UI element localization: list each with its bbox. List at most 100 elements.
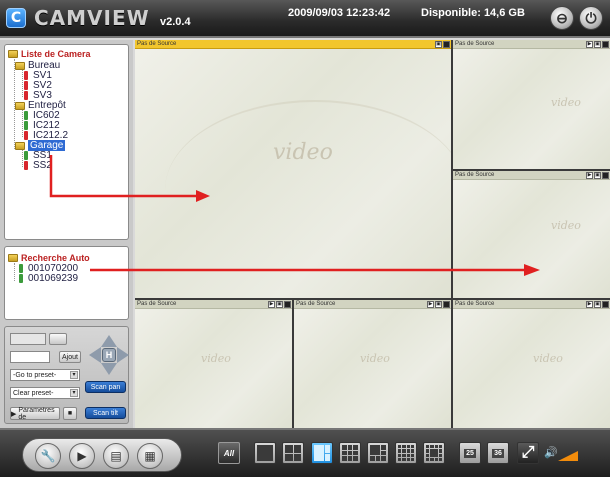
camera-offline-icon (24, 71, 28, 80)
snapshot-icon[interactable]: ▣ (276, 301, 283, 308)
scan-tilt-button[interactable]: Scan tilt (85, 407, 126, 419)
play-icon[interactable]: ▶ (586, 41, 593, 48)
source-status-label: Pas de Source (455, 41, 495, 47)
snapshot-icon[interactable]: ▣ (435, 301, 442, 308)
layout-36-label: 36 (492, 448, 504, 458)
layout-1plus7-button[interactable] (367, 442, 389, 464)
power-icon: ⏻ (585, 9, 597, 26)
play-icon[interactable]: ▶ (586, 301, 593, 308)
video-tile-4[interactable]: Pas de Source ▶ ▣ video (135, 300, 292, 428)
play-icon[interactable]: ▶ (427, 301, 434, 308)
record-schedule-button[interactable]: ▤ (103, 443, 129, 469)
scan-pan-button[interactable]: Scan pan (85, 381, 126, 393)
video-tile-6[interactable]: Pas de Source ▶ ▣ video (453, 300, 610, 428)
layout-36-button[interactable]: 36 (487, 442, 509, 464)
pan-right-arrow-icon[interactable] (117, 347, 129, 363)
record-icon[interactable] (443, 41, 450, 48)
event-log-button[interactable]: ▦ (137, 443, 163, 469)
auto-search-panel: Recherche Auto 001070200 001069239 (4, 246, 129, 320)
layout-1x1-button[interactable] (254, 442, 276, 464)
record-icon[interactable] (284, 301, 291, 308)
folder-icon (8, 254, 18, 262)
snapshot-icon[interactable]: ▣ (594, 301, 601, 308)
pan-down-arrow-icon[interactable] (101, 363, 117, 375)
video-tile-3[interactable]: Pas de Source ▶ ▣ video (453, 171, 610, 298)
camera-online-icon (24, 121, 28, 130)
clear-preset-select[interactable]: Clear preset- ▾ (10, 387, 80, 399)
camera-list-title[interactable]: Liste de Camera (8, 49, 91, 59)
tile-header: Pas de Source ▶ ▣ (294, 300, 451, 309)
camera-online-icon (19, 264, 23, 273)
video-tile-5[interactable]: Pas de Source ▶ ▣ video (294, 300, 451, 428)
camera-online-icon (24, 111, 28, 120)
playback-button[interactable]: ▶ (69, 443, 95, 469)
chevron-down-icon: ▾ (70, 371, 78, 379)
fullscreen-button[interactable]: ⤢ (517, 442, 539, 464)
video-watermark: video (201, 352, 231, 365)
folder-icon (15, 61, 25, 70)
layout-25-button[interactable]: 25 (459, 442, 481, 464)
power-button[interactable]: ⏻ (579, 6, 603, 30)
camera-tree: Liste de Camera Bureau SV1 SV2 SV3 Entre… (4, 44, 129, 240)
wrench-icon: 🔧 (40, 449, 56, 463)
stop-button[interactable]: ■ (63, 407, 77, 420)
document-icon: ▤ (110, 449, 122, 463)
tile-header: Pas de Source ▶ ▣ (453, 40, 610, 49)
add-preset-label: Ajout (62, 353, 78, 361)
settings-button[interactable]: ▶ Parametres de (10, 406, 60, 421)
layout-2x2-button[interactable] (282, 442, 304, 464)
source-status-label: Pas de Source (137, 301, 177, 307)
record-icon[interactable] (602, 41, 609, 48)
app-logo: C CAMVIEW (6, 6, 150, 30)
camera-offline-icon (24, 81, 28, 90)
auto-search-title[interactable]: Recherche Auto (8, 253, 90, 263)
left-panel: Liste de Camera Bureau SV1 SV2 SV3 Entre… (0, 40, 133, 428)
layout-1plus5-button[interactable] (311, 442, 333, 464)
camview-window: C CAMVIEW v2.0.4 2009/09/03 12:23:42 Dis… (0, 0, 610, 477)
folder-icon (15, 141, 25, 150)
settings-wrench-button[interactable]: 🔧 (35, 443, 61, 469)
camera-offline-icon (24, 91, 28, 100)
snapshot-icon[interactable]: ▣ (594, 172, 601, 179)
logo-text: CAMVIEW (34, 6, 150, 30)
video-watermark: video (551, 96, 581, 109)
home-label: H (105, 350, 113, 360)
auto-search-item[interactable]: 001069239 (19, 273, 78, 284)
settings-label: Parametres de (18, 406, 55, 421)
video-tile-2[interactable]: Pas de Source ▶ ▣ video (453, 40, 610, 169)
ptz-toggle-button[interactable] (49, 333, 67, 345)
snapshot-icon[interactable]: ▣ (594, 41, 601, 48)
record-icon[interactable] (602, 172, 609, 179)
add-preset-button[interactable]: Ajout (59, 351, 81, 363)
chevron-down-icon: ▾ (70, 389, 78, 397)
layout-4x4-button[interactable] (395, 442, 417, 464)
play-icon[interactable]: ▶ (586, 172, 593, 179)
video-watermark: video (360, 352, 390, 365)
video-tile-1[interactable]: Pas de Source ▣ video (135, 40, 451, 298)
snapshot-icon[interactable]: ▣ (435, 41, 442, 48)
tree-item-ss2[interactable]: SS2 (24, 160, 52, 171)
record-icon[interactable] (602, 301, 609, 308)
preset-name-input[interactable] (10, 351, 50, 363)
camview-logo-icon: C (6, 8, 26, 28)
ptz-home-button[interactable]: H (102, 348, 116, 362)
datetime-label: 2009/09/03 12:23:42 (288, 7, 391, 19)
view-all-button[interactable]: All (218, 442, 240, 464)
volume-control[interactable]: 🔊 (544, 447, 580, 462)
stop-icon: ■ (67, 410, 73, 417)
record-icon[interactable] (443, 301, 450, 308)
ptz-label-field[interactable] (10, 333, 46, 345)
camera-online-icon (24, 151, 28, 160)
device-id-label: 001069239 (28, 273, 79, 284)
volume-slider[interactable] (544, 448, 580, 462)
source-status-label: Pas de Source (296, 301, 336, 307)
layout-3x3-button[interactable] (339, 442, 361, 464)
play-icon[interactable]: ▶ (268, 301, 275, 308)
pan-up-arrow-icon[interactable] (101, 335, 117, 347)
clear-preset-value: Clear preset- (13, 389, 54, 397)
goto-preset-select[interactable]: -Go to preset- ▾ (10, 369, 80, 381)
ptz-direction-pad: H (89, 335, 129, 375)
layout-1plus12-button[interactable] (423, 442, 445, 464)
minimize-button[interactable]: ⊖ (550, 6, 574, 30)
pan-left-arrow-icon[interactable] (89, 347, 101, 363)
